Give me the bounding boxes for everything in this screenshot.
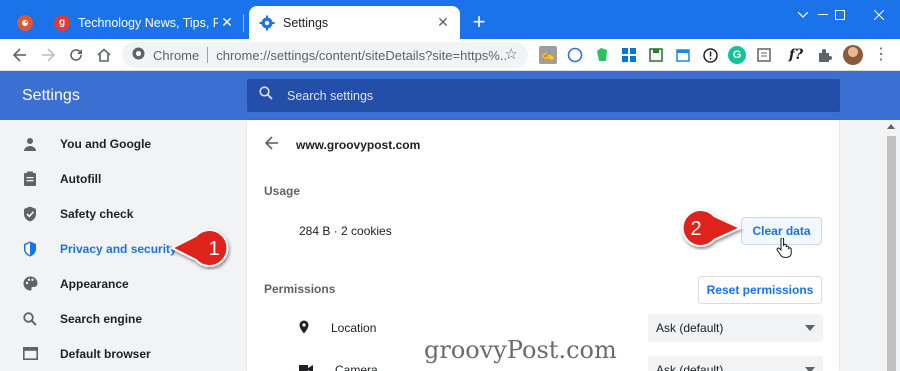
sidebar-item-label: Search engine [60,311,143,326]
grammarly-icon[interactable]: G [728,46,746,64]
info-icon[interactable] [701,46,719,64]
home-button[interactable] [92,43,116,67]
forward-button[interactable] [36,43,60,67]
sidebar-item-default-browser[interactable]: Default browser [0,336,246,371]
dropdown-caret-icon [805,367,815,371]
windows-icon[interactable] [620,46,638,64]
settings-header: Settings [0,71,900,120]
tab-technology-news[interactable]: g Technology News, Tips, Reviews, ✕ [46,6,244,39]
permission-label: Camera [335,363,378,371]
select-value: Ask (default) [656,363,724,371]
groovypost-favicon-icon: g [54,14,70,31]
tab-settings[interactable]: Settings ✕ [249,6,460,39]
page-title: Settings [22,87,80,104]
select-value: Ask (default) [656,321,724,335]
permission-label: Location [331,321,377,335]
close-icon[interactable]: ✕ [434,14,452,32]
location-icon [299,320,309,337]
sidebar-item-label: Appearance [60,276,129,291]
reload-button[interactable] [64,43,88,67]
shield-icon [22,241,38,257]
save-icon[interactable] [647,46,665,64]
evernote-icon[interactable] [593,46,611,64]
sidebar-item-appearance[interactable]: Appearance [0,266,246,301]
hand-cursor-icon [776,238,792,258]
location-select[interactable]: Ask (default) [648,314,823,342]
more-menu-icon[interactable]: ⋮ [872,45,890,65]
palette-icon [22,276,38,292]
tab-title: Technology News, Tips, Reviews, [78,15,218,30]
sidebar-item-label: Safety check [60,206,134,221]
watermark: groovyPost.com [424,336,617,364]
omnibox-chip: Chrome [153,47,200,63]
duckduckgo-icon [17,14,33,31]
sidebar-item-label: Autofill [60,171,102,186]
scroll-up-arrow-icon[interactable] [887,124,895,129]
url-text[interactable]: chrome://settings/content/siteDetails?si… [216,48,508,63]
usage-value: 284 B · 2 cookies [299,224,392,238]
puzzle-icon[interactable] [815,46,833,64]
callout-number: 2 [690,218,701,240]
sidebar-item-label: Privacy and security [60,241,177,256]
address-bar[interactable]: Chrome chrome://settings/content/siteDet… [122,42,528,68]
pdf-extension-icon[interactable]: ✍ [539,46,557,64]
browser-toolbar: Chrome chrome://settings/content/siteDet… [0,39,900,71]
back-arrow-icon[interactable] [263,136,281,154]
search-icon [259,86,273,105]
omnibox-divider [207,47,209,63]
sidebar-item-label: Default browser [60,346,151,361]
chat-extension-icon[interactable] [566,46,584,64]
gear-icon [259,15,275,31]
browser-icon [22,346,38,362]
clipboard-icon [22,171,38,187]
function-icon[interactable]: f? [787,46,805,64]
sidebar-item-you-and-google[interactable]: You and Google [0,126,246,161]
sidebar-item-autofill[interactable]: Autofill [0,161,246,196]
sidebar-item-label: You and Google [60,136,152,151]
avatar[interactable] [843,45,863,65]
permission-row-location: Location [299,314,376,342]
camera-select[interactable]: Ask (default) [648,356,823,371]
callout-marker-2: 2 [681,209,743,247]
close-icon[interactable]: ✕ [218,14,236,32]
tab-separator [243,14,244,32]
camera-icon [299,363,313,371]
tab-duckduckgo[interactable] [10,6,40,39]
search-bar[interactable] [247,79,840,112]
permissions-heading: Permissions [264,282,336,296]
tab-strip: g Technology News, Tips, Reviews, ✕ Sett… [0,0,900,39]
tab-title: Settings [283,15,329,30]
chrome-logo-icon [132,47,145,63]
back-button[interactable] [8,43,32,67]
note-icon[interactable] [755,46,773,64]
star-icon[interactable]: ☆ [505,45,518,63]
calendar-icon[interactable] [674,46,692,64]
sidebar-item-search-engine[interactable]: Search engine [0,301,246,336]
site-details-card: www.groovypost.com Usage 284 B · 2 cooki… [247,120,839,371]
person-icon [22,136,38,152]
search-icon [22,311,38,327]
permission-row-camera: Camera [299,356,378,371]
dropdown-caret-icon [805,325,815,331]
scrollbar[interactable] [883,120,900,371]
close-window-button[interactable] [856,0,900,30]
reset-permissions-button[interactable]: Reset permissions [698,276,822,304]
callout-marker-1: 1 [170,229,229,267]
scroll-thumb[interactable] [887,136,896,371]
shield-check-icon [22,206,38,222]
usage-heading: Usage [264,184,301,198]
search-input[interactable] [287,88,787,103]
new-tab-button[interactable]: + [468,11,490,34]
site-name: www.groovypost.com [296,138,421,152]
callout-number: 1 [208,238,219,260]
